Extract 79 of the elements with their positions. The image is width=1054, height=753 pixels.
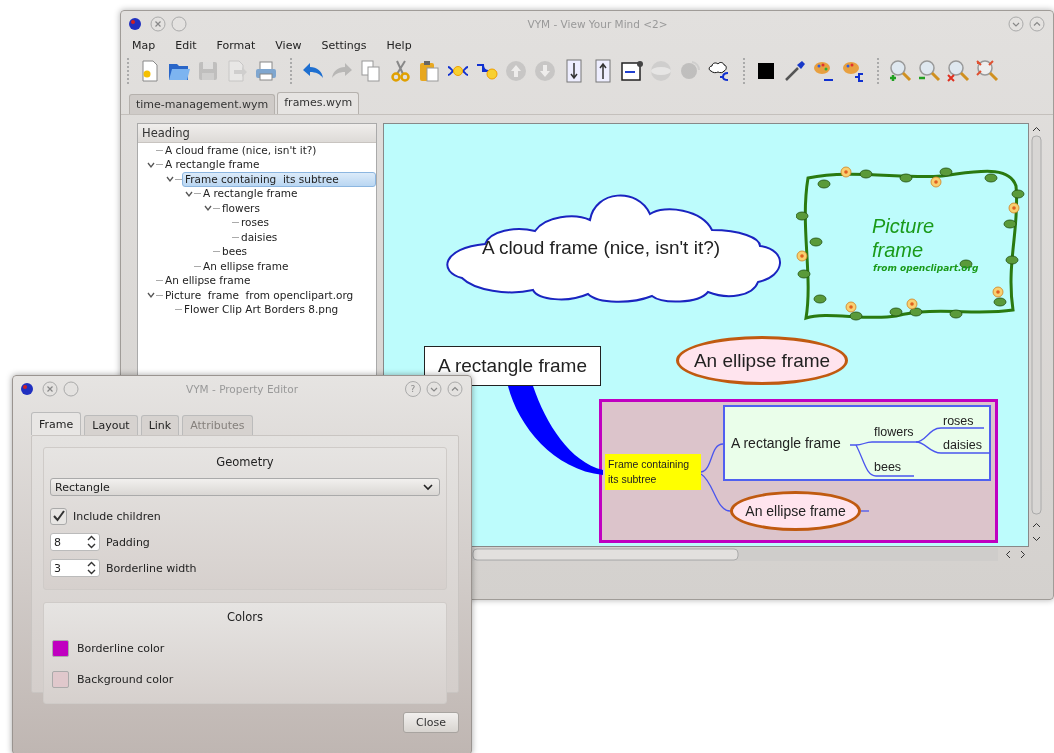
node-label[interactable]: A rectangle frame: [731, 435, 841, 451]
node-label[interactable]: A cloud frame (nice, isn't it?): [482, 237, 721, 259]
expand-caret-icon[interactable]: [166, 175, 174, 184]
zoom-out-icon[interactable]: [916, 59, 941, 83]
image-credit: from openclipart.org: [873, 263, 979, 273]
ellipse-node[interactable]: An ellipse frame: [676, 336, 848, 385]
checkbox-label[interactable]: Include children: [73, 509, 161, 523]
group-title: Geometry: [215, 454, 275, 471]
tree-item[interactable]: A rectangle frame: [201, 187, 300, 201]
tree-item[interactable]: roses: [239, 216, 271, 230]
property-tab[interactable]: Link: [140, 415, 180, 435]
expand-caret-icon[interactable]: [147, 160, 155, 169]
menu-item[interactable]: Help: [386, 38, 412, 52]
tree-item[interactable]: Picture frame from openclipart.org: [163, 288, 356, 302]
palette-branch-icon[interactable]: [840, 59, 865, 83]
tree-item[interactable]: An ellipse frame: [163, 274, 253, 288]
menu-item[interactable]: Settings: [321, 38, 367, 52]
zoom-reset-icon[interactable]: [945, 59, 970, 83]
node-label[interactable]: bees: [874, 460, 902, 474]
shape-dropdown[interactable]: Rectangle: [50, 478, 440, 496]
menu-item[interactable]: Map: [132, 38, 156, 52]
branch-line: [700, 443, 724, 473]
menu-item[interactable]: Edit: [175, 38, 197, 52]
minimize-icon[interactable]: [171, 15, 187, 32]
property-tab[interactable]: Layout: [84, 415, 138, 435]
expand-caret-icon[interactable]: [204, 204, 212, 213]
window-title: VYM - Property Editor: [185, 382, 299, 395]
tree-item[interactable]: flowers: [220, 201, 262, 215]
tree-item[interactable]: A cloud frame (nice, isn't it?): [163, 143, 319, 157]
chevron-down-icon: [423, 483, 433, 491]
minimize-icon[interactable]: [63, 380, 79, 397]
color-label[interactable]: Borderline color: [77, 642, 165, 655]
field-label: Padding: [106, 535, 150, 549]
checkbox[interactable]: [50, 507, 67, 525]
close-icon[interactable]: [42, 380, 58, 397]
rectangle-node[interactable]: A rectangle frame: [424, 346, 601, 386]
app-icon[interactable]: [20, 381, 34, 396]
node-label[interactable]: roses: [943, 414, 974, 428]
close-button[interactable]: Close: [403, 712, 459, 733]
property-tab[interactable]: Frame: [31, 412, 82, 435]
branch-line: [700, 473, 731, 512]
column-header[interactable]: Heading: [138, 124, 376, 143]
window-title: VYM - View Your Mind <2>: [526, 17, 669, 30]
copy-icon[interactable]: [358, 59, 383, 83]
branch-line: [860, 510, 870, 512]
palette-icon[interactable]: [811, 59, 836, 83]
selected-node[interactable]: Frame containing its subtree: [605, 454, 701, 490]
spin-box[interactable]: 3: [50, 559, 100, 577]
tree-item[interactable]: daisies: [239, 230, 280, 244]
printer-icon[interactable]: [253, 59, 278, 83]
document-tab[interactable]: time-management.wym: [129, 94, 276, 114]
maximize-icon[interactable]: [1029, 15, 1045, 32]
menu-item[interactable]: View: [275, 38, 302, 52]
menu-item[interactable]: Format: [216, 38, 256, 52]
cloud-branch-icon[interactable]: [706, 59, 731, 83]
group-title: Colors: [226, 609, 264, 626]
node-label[interactable]: daisies: [943, 438, 982, 452]
expand-caret-icon[interactable]: [185, 189, 193, 198]
close-icon[interactable]: [150, 15, 166, 32]
color-swatch[interactable]: [52, 671, 69, 688]
color-label[interactable]: Background color: [77, 673, 174, 686]
field-label: Borderline width: [106, 561, 197, 575]
zoom-in-icon[interactable]: [887, 59, 912, 83]
zoom-fit-icon[interactable]: [974, 59, 999, 83]
tree-item[interactable]: A rectangle frame: [163, 158, 262, 172]
node-label[interactable]: flowers: [874, 425, 914, 439]
shade-icon[interactable]: [426, 380, 442, 397]
tree-item[interactable]: Frame containing its subtree: [182, 171, 376, 187]
expand-caret-icon[interactable]: [147, 291, 155, 300]
shade-icon[interactable]: [1008, 15, 1024, 32]
spin-box[interactable]: 8: [50, 533, 100, 551]
color-swatch[interactable]: [52, 640, 69, 657]
tree-item[interactable]: An ellipse frame: [201, 259, 291, 273]
tree-item[interactable]: Flower Clip Art Borders 8.png: [182, 303, 341, 317]
linked-node-icon[interactable]: [619, 59, 644, 83]
maximize-icon[interactable]: [447, 380, 463, 397]
document-tab[interactable]: frames.wym: [277, 92, 360, 114]
app-icon[interactable]: [128, 16, 142, 31]
tree-item[interactable]: bees: [220, 245, 250, 259]
